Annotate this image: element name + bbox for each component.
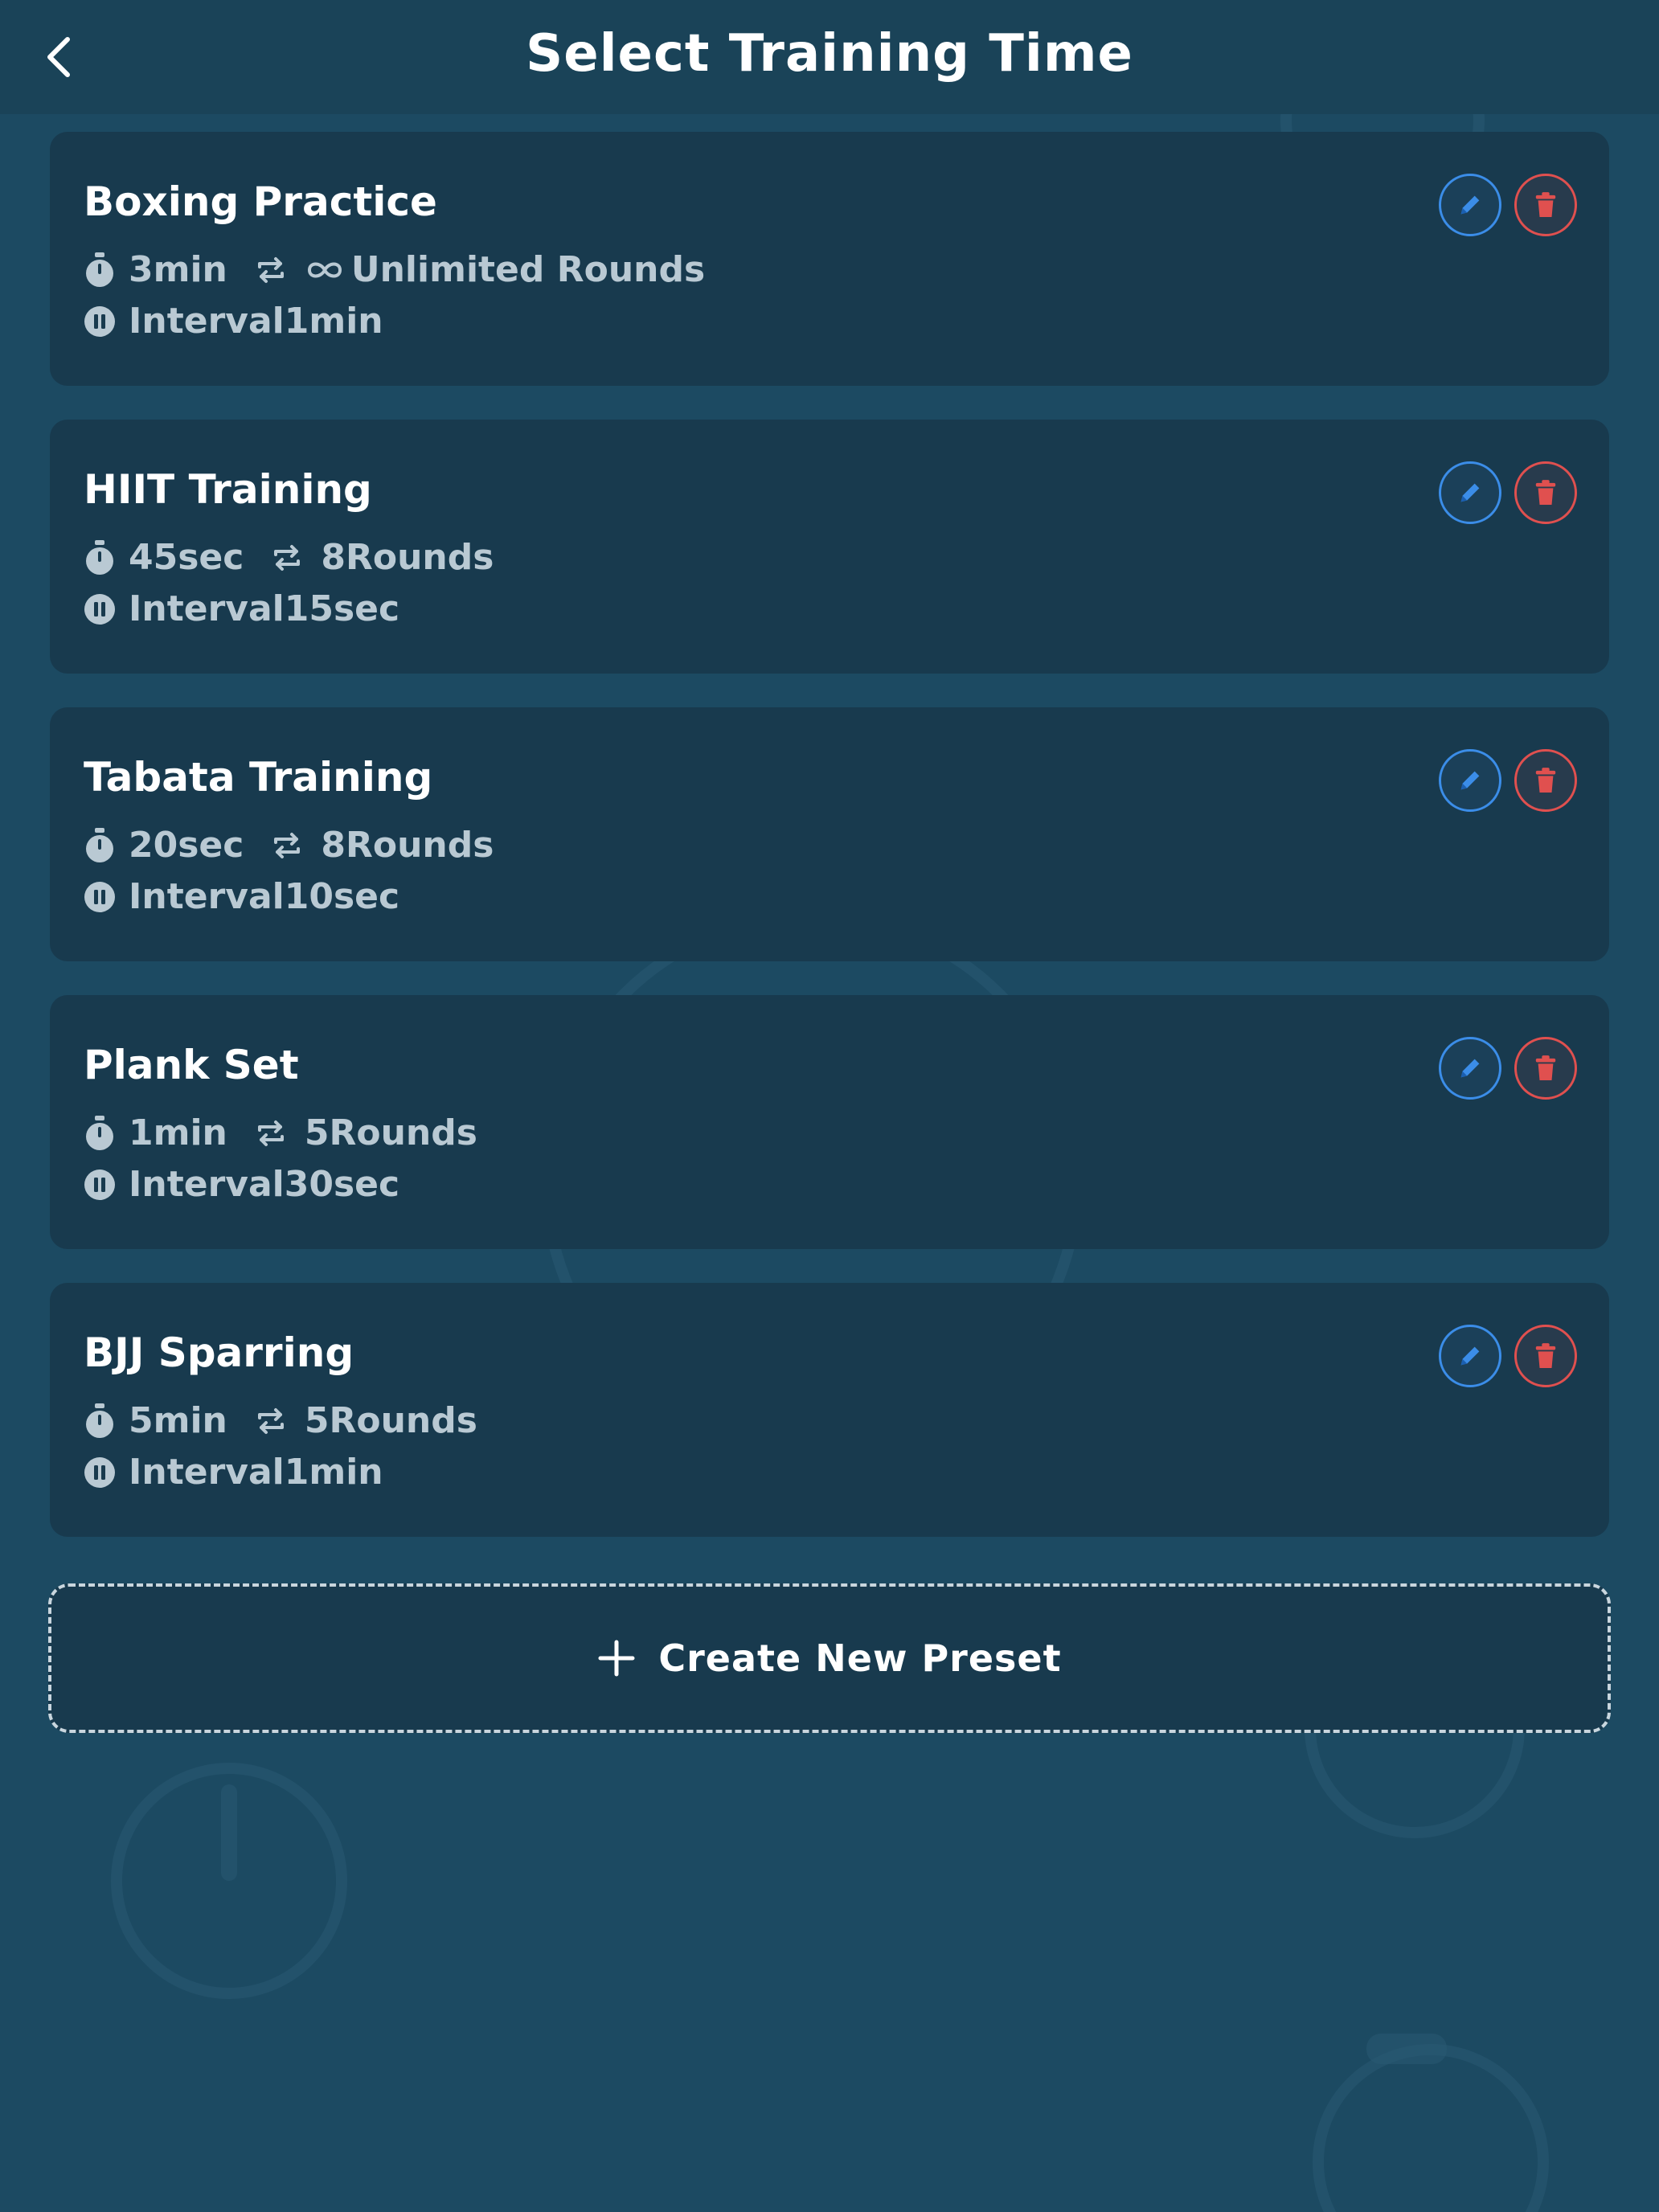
preset-actions bbox=[1439, 1037, 1577, 1100]
preset-rounds: 5Rounds bbox=[304, 1112, 477, 1153]
preset-name: BJJ Sparring bbox=[84, 1329, 354, 1376]
delete-preset-button[interactable] bbox=[1514, 1037, 1577, 1100]
delete-preset-button[interactable] bbox=[1514, 749, 1577, 812]
edit-preset-button[interactable] bbox=[1439, 1037, 1501, 1100]
preset-name: Boxing Practice bbox=[84, 178, 437, 225]
edit-preset-button[interactable] bbox=[1439, 1325, 1501, 1387]
delete-preset-button[interactable] bbox=[1514, 174, 1577, 236]
preset-meta-row: 1min 5Rounds bbox=[84, 1112, 477, 1153]
preset-interval: Interval1min bbox=[129, 301, 383, 342]
edit-preset-button[interactable] bbox=[1439, 461, 1501, 524]
preset-actions bbox=[1439, 1325, 1577, 1387]
plus-icon bbox=[598, 1640, 635, 1677]
preset-actions bbox=[1439, 749, 1577, 812]
preset-duration: 3min bbox=[129, 249, 227, 290]
preset-card[interactable]: HIIT Training 45sec 8Rounds Interval15sec bbox=[50, 420, 1609, 674]
preset-interval: Interval15sec bbox=[129, 588, 400, 629]
repeat-icon bbox=[269, 540, 305, 576]
pause-icon bbox=[84, 593, 116, 625]
repeat-icon bbox=[253, 252, 289, 288]
preset-rounds: 8Rounds bbox=[321, 825, 494, 866]
preset-card[interactable]: Tabata Training 20sec 8Rounds Interval10sec bbox=[50, 707, 1609, 961]
stopwatch-icon bbox=[84, 539, 116, 576]
trash-icon bbox=[1534, 767, 1558, 794]
pause-icon bbox=[84, 1169, 116, 1201]
preset-interval-row: Interval10sec bbox=[84, 876, 399, 917]
pause-icon bbox=[84, 881, 116, 913]
repeat-icon bbox=[253, 1403, 289, 1439]
stopwatch-icon bbox=[84, 252, 116, 288]
preset-interval-row: Interval30sec bbox=[84, 1164, 399, 1205]
preset-list: Boxing Practice 3min Unlimited Rounds Inter… bbox=[50, 132, 1609, 1571]
preset-actions bbox=[1439, 461, 1577, 524]
preset-name: Tabata Training bbox=[84, 754, 433, 801]
stopwatch-icon bbox=[84, 1403, 116, 1439]
preset-duration: 5min bbox=[129, 1400, 227, 1441]
pause-icon bbox=[84, 305, 116, 338]
navigation-bar: Select Training Time bbox=[0, 0, 1659, 114]
preset-actions bbox=[1439, 174, 1577, 236]
pencil-icon bbox=[1456, 1055, 1484, 1082]
repeat-icon bbox=[269, 828, 305, 863]
preset-meta-row: 5min 5Rounds bbox=[84, 1400, 477, 1441]
preset-interval: Interval1min bbox=[129, 1452, 383, 1493]
repeat-icon bbox=[253, 1116, 289, 1151]
preset-rounds: 5Rounds bbox=[304, 1400, 477, 1441]
preset-duration: 1min bbox=[129, 1112, 227, 1153]
pencil-icon bbox=[1456, 191, 1484, 219]
preset-meta-row: 20sec 8Rounds bbox=[84, 825, 494, 866]
trash-icon bbox=[1534, 191, 1558, 219]
pencil-icon bbox=[1456, 1342, 1484, 1370]
trash-icon bbox=[1534, 479, 1558, 506]
pause-icon bbox=[84, 1456, 116, 1489]
edit-preset-button[interactable] bbox=[1439, 749, 1501, 812]
preset-card[interactable]: Plank Set 1min 5Rounds Interval30sec bbox=[50, 995, 1609, 1249]
preset-interval-row: Interval1min bbox=[84, 1452, 383, 1493]
delete-preset-button[interactable] bbox=[1514, 1325, 1577, 1387]
create-new-preset-button[interactable]: Create New Preset bbox=[48, 1583, 1611, 1733]
stopwatch-icon bbox=[84, 827, 116, 863]
trash-icon bbox=[1534, 1342, 1558, 1370]
page-title: Select Training Time bbox=[526, 24, 1133, 84]
edit-preset-button[interactable] bbox=[1439, 174, 1501, 236]
create-new-preset-label: Create New Preset bbox=[658, 1636, 1062, 1680]
pencil-icon bbox=[1456, 767, 1484, 794]
preset-meta-row: 45sec 8Rounds bbox=[84, 537, 494, 578]
preset-rounds: 8Rounds bbox=[321, 537, 494, 578]
preset-name: HIIT Training bbox=[84, 466, 372, 513]
preset-interval-row: Interval15sec bbox=[84, 588, 399, 629]
preset-interval-row: Interval1min bbox=[84, 301, 383, 342]
preset-name: Plank Set bbox=[84, 1042, 299, 1088]
preset-duration: 45sec bbox=[129, 537, 244, 578]
preset-interval: Interval10sec bbox=[129, 876, 400, 917]
trash-icon bbox=[1534, 1055, 1558, 1082]
preset-rounds: Unlimited Rounds bbox=[350, 249, 706, 290]
preset-card[interactable]: Boxing Practice 3min Unlimited Rounds Inter… bbox=[50, 132, 1609, 386]
preset-interval: Interval30sec bbox=[129, 1164, 400, 1205]
preset-card[interactable]: BJJ Sparring 5min 5Rounds Interval1min bbox=[50, 1283, 1609, 1537]
stopwatch-icon bbox=[84, 1115, 116, 1151]
pencil-icon bbox=[1456, 479, 1484, 506]
delete-preset-button[interactable] bbox=[1514, 461, 1577, 524]
preset-meta-row: 3min Unlimited Rounds bbox=[84, 249, 705, 290]
preset-duration: 20sec bbox=[129, 825, 244, 866]
infinity-icon bbox=[305, 258, 345, 282]
